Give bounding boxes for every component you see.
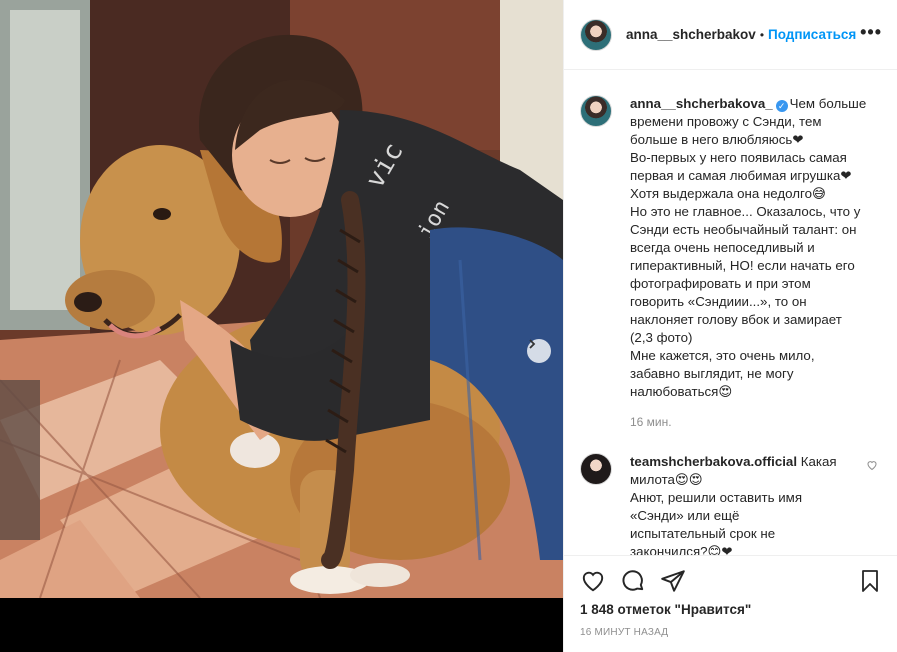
- photo-letterbox: [0, 598, 563, 652]
- header-separator: •: [759, 27, 765, 42]
- comment-item: teamshcherbakova.official Какая милота😍😍…: [580, 453, 882, 555]
- post-timestamp: 16 минут назад: [580, 627, 669, 638]
- comment-line: Какая: [800, 454, 837, 469]
- photo-illustration: vic ion: [0, 0, 563, 598]
- caption-line: гиперактивный, НО! если начать его: [630, 258, 855, 273]
- commenter-username[interactable]: teamshcherbakova.official: [630, 454, 797, 469]
- post-header: anna__shcherbakov • Подписаться •••: [564, 0, 897, 70]
- caption-line: наклоняет голову вбок и замирает: [630, 312, 842, 327]
- caption-comment: anna__shcherbakova_ ✓ Чем больше времени п…: [580, 95, 882, 431]
- caption-line: Чем больше: [789, 96, 867, 111]
- caption-line: первая и самая любимая игрушка❤: [630, 168, 852, 183]
- comment-line: Анют, решили оставить имя: [630, 490, 803, 505]
- comment-icon[interactable]: [620, 568, 646, 594]
- comment-line: милота😍😍: [630, 472, 703, 487]
- chevron-right-icon: [529, 339, 536, 349]
- follow-button[interactable]: Подписаться: [768, 27, 856, 42]
- caption-line: Во-первых у него появилась самая: [630, 150, 847, 165]
- comment-like-heart-icon[interactable]: [866, 459, 878, 471]
- post-actions: 1 848 отметок "Нравится" 16 минут назад: [564, 555, 897, 652]
- more-options-icon[interactable]: •••: [860, 22, 882, 43]
- caption-line: говорить «Сэндиии...», то он: [630, 294, 807, 309]
- likes-count[interactable]: 1 848 отметок "Нравится": [580, 602, 751, 617]
- bookmark-icon[interactable]: [858, 568, 882, 594]
- comments-list[interactable]: anna__shcherbakova_ ✓ Чем больше времени п…: [564, 71, 897, 555]
- comment-body: teamshcherbakova.official Какая милота😍😍…: [630, 453, 837, 555]
- caption-time[interactable]: 16 мин.: [630, 413, 866, 431]
- verified-badge-icon: ✓: [775, 100, 788, 112]
- commenter-avatar[interactable]: [580, 453, 612, 485]
- caption-username[interactable]: anna__shcherbakova_: [630, 96, 773, 111]
- caption-line: Сэнди есть необычайный талант: он: [630, 222, 857, 237]
- caption-line: забавно выглядит, не могу: [630, 366, 794, 381]
- author-avatar[interactable]: [580, 18, 612, 51]
- caption-avatar[interactable]: [580, 95, 612, 127]
- caption-line: всегда очень непоседливый и: [630, 240, 815, 255]
- caption-line: времени провожу с Сэнди, тем: [630, 114, 822, 129]
- author-username[interactable]: anna__shcherbakov: [626, 27, 756, 42]
- caption-line: Хотя выдержала она недолго😅: [630, 186, 826, 201]
- caption-line: Мне кажется, это очень мило,: [630, 348, 815, 363]
- caption-line: фотографировать и при этом: [630, 276, 811, 291]
- comment-line: испытательный срок не: [630, 526, 776, 541]
- caption-line: больше в него влюбляюсь❤: [630, 132, 804, 147]
- caption-line: (2,3 фото): [630, 330, 693, 345]
- caption-line: Но это не главное... Оказалось, что у: [630, 204, 861, 219]
- caption-body: anna__shcherbakova_ ✓ Чем больше времени п…: [630, 95, 866, 431]
- heart-icon[interactable]: [580, 568, 606, 594]
- action-icons-row: [580, 568, 882, 594]
- caption-line: налюбоваться😍: [630, 384, 733, 399]
- post-sidebar: anna__shcherbakov • Подписаться ••• anna…: [563, 0, 897, 652]
- post-photo[interactable]: vic ion: [0, 0, 563, 598]
- next-photo-button[interactable]: [527, 339, 551, 363]
- comment-line: закончился?😊❤: [630, 544, 733, 555]
- comment-line: «Сэнди» или ещё: [630, 508, 740, 523]
- share-icon[interactable]: [660, 568, 686, 594]
